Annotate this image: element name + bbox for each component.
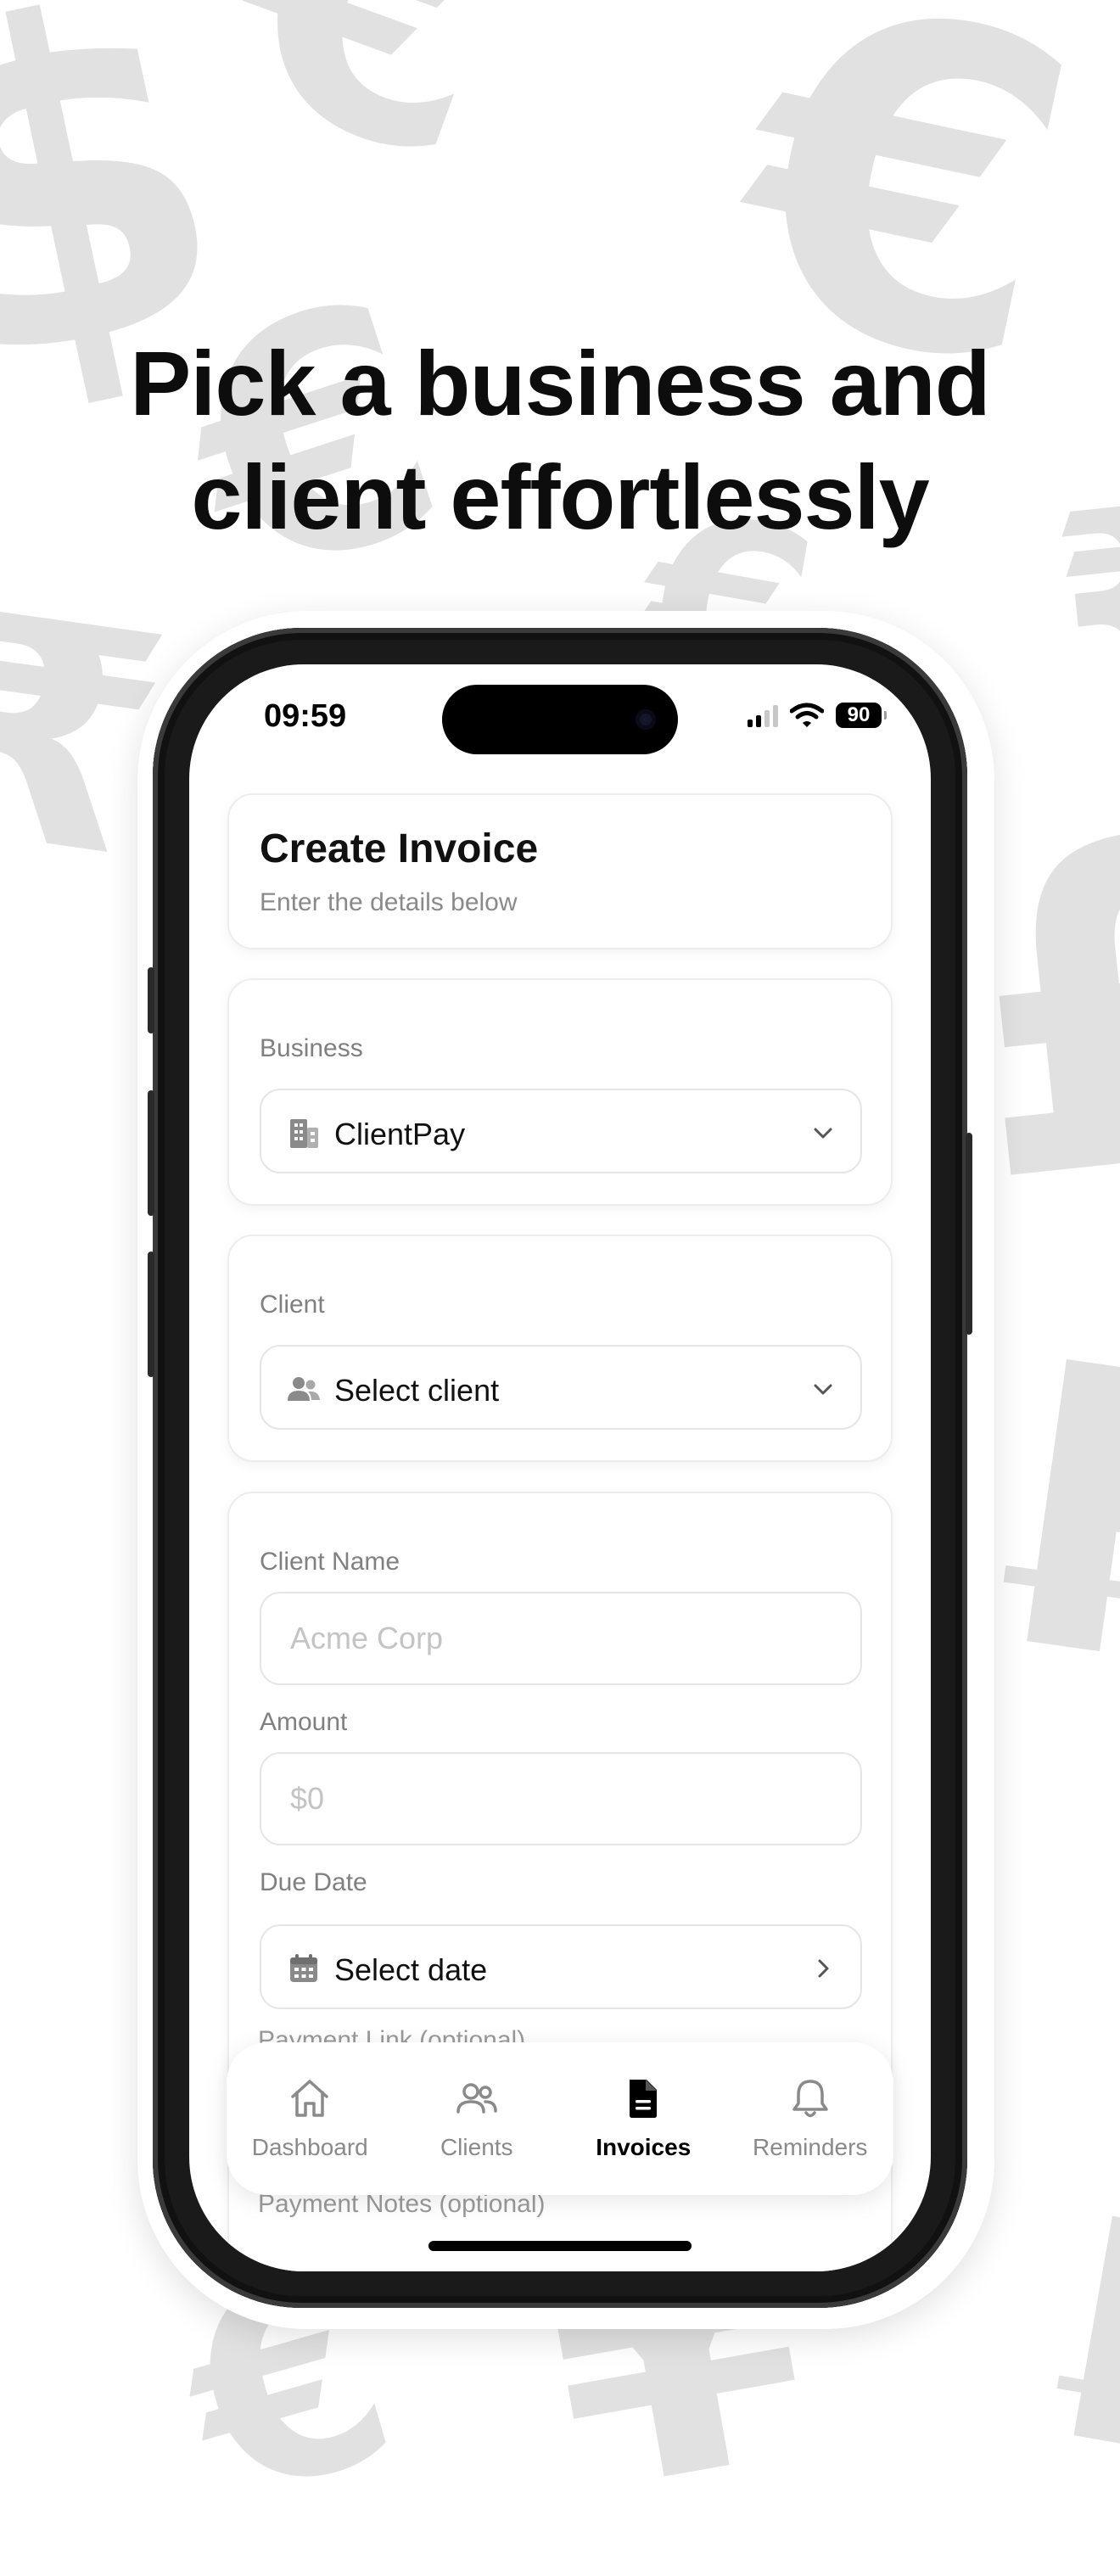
- page-title: Create Invoice: [260, 826, 539, 871]
- wifi-icon: [790, 703, 824, 727]
- bg-euro-symbol: €: [191, 0, 567, 246]
- action-button: [148, 967, 154, 1033]
- create-invoice-card: Create Invoice Enter the details below: [227, 793, 893, 949]
- due-date-value: Select date: [334, 1952, 488, 1987]
- client-select[interactable]: Select client: [260, 1345, 862, 1430]
- power-button: [966, 1133, 972, 1335]
- home-icon: [291, 2080, 328, 2117]
- business-card: Business ClientPay: [227, 978, 893, 1206]
- business-select-value: ClientPay: [334, 1117, 466, 1151]
- tab-bar: Dashboard Clients Invoices Reminders: [227, 2042, 893, 2195]
- calendar-icon: [290, 1954, 317, 1982]
- building-icon: [290, 1119, 318, 1148]
- tab-reminders[interactable]: Reminders: [727, 2042, 894, 2195]
- phone-screen: 09:59 90 Create Invoice Enter the detail…: [189, 664, 931, 2271]
- chevron-right-icon: [818, 1959, 829, 1978]
- tab-invoices[interactable]: Invoices: [560, 2042, 727, 2195]
- volume-down-button: [148, 1252, 154, 1377]
- bg-franc-symbol: ₣: [1014, 2148, 1120, 2535]
- client-card: Client Select client: [227, 1235, 893, 1462]
- chevron-down-icon: [814, 1384, 832, 1395]
- chevron-down-icon: [814, 1128, 832, 1139]
- client-name-label: Client Name: [260, 1548, 400, 1576]
- headline-line-2: client effortlessly: [191, 445, 929, 548]
- business-select[interactable]: ClientPay: [260, 1089, 862, 1173]
- marketing-headline: Pick a business and client effortlessly: [0, 327, 1120, 554]
- tab-dashboard[interactable]: Dashboard: [227, 2042, 394, 2195]
- headline-line-1: Pick a business and: [130, 332, 990, 434]
- amount-field[interactable]: [260, 1752, 862, 1845]
- tab-clients[interactable]: Clients: [394, 2042, 561, 2195]
- tab-label: Clients: [440, 2134, 513, 2160]
- page-subtitle: Enter the details below: [260, 888, 518, 916]
- client-label: Client: [260, 1291, 325, 1319]
- tab-label: Invoices: [596, 2134, 692, 2160]
- home-indicator[interactable]: [428, 2241, 692, 2251]
- client-name-input[interactable]: [261, 1593, 860, 1683]
- users-icon: [288, 1377, 320, 1401]
- business-label: Business: [260, 1034, 363, 1062]
- client-name-field[interactable]: [260, 1592, 862, 1685]
- users-icon: [456, 2083, 497, 2114]
- client-select-value: Select client: [334, 1373, 500, 1408]
- volume-up-button: [148, 1090, 154, 1216]
- status-time: 09:59: [264, 698, 347, 734]
- due-date-picker[interactable]: Select date: [260, 1924, 862, 2009]
- battery-indicator: 90: [836, 703, 887, 728]
- document-icon: [630, 2080, 658, 2118]
- bell-icon: [792, 2080, 828, 2118]
- dynamic-island: [442, 685, 678, 754]
- camera-icon: [636, 709, 656, 730]
- status-indicators: 90: [748, 700, 887, 731]
- amount-input[interactable]: [261, 1754, 860, 1844]
- tab-label: Reminders: [753, 2134, 868, 2160]
- amount-label: Amount: [260, 1708, 348, 1736]
- signal-bars-icon: [748, 703, 778, 727]
- due-date-label: Due Date: [260, 1868, 367, 1896]
- tab-label: Dashboard: [251, 2134, 368, 2160]
